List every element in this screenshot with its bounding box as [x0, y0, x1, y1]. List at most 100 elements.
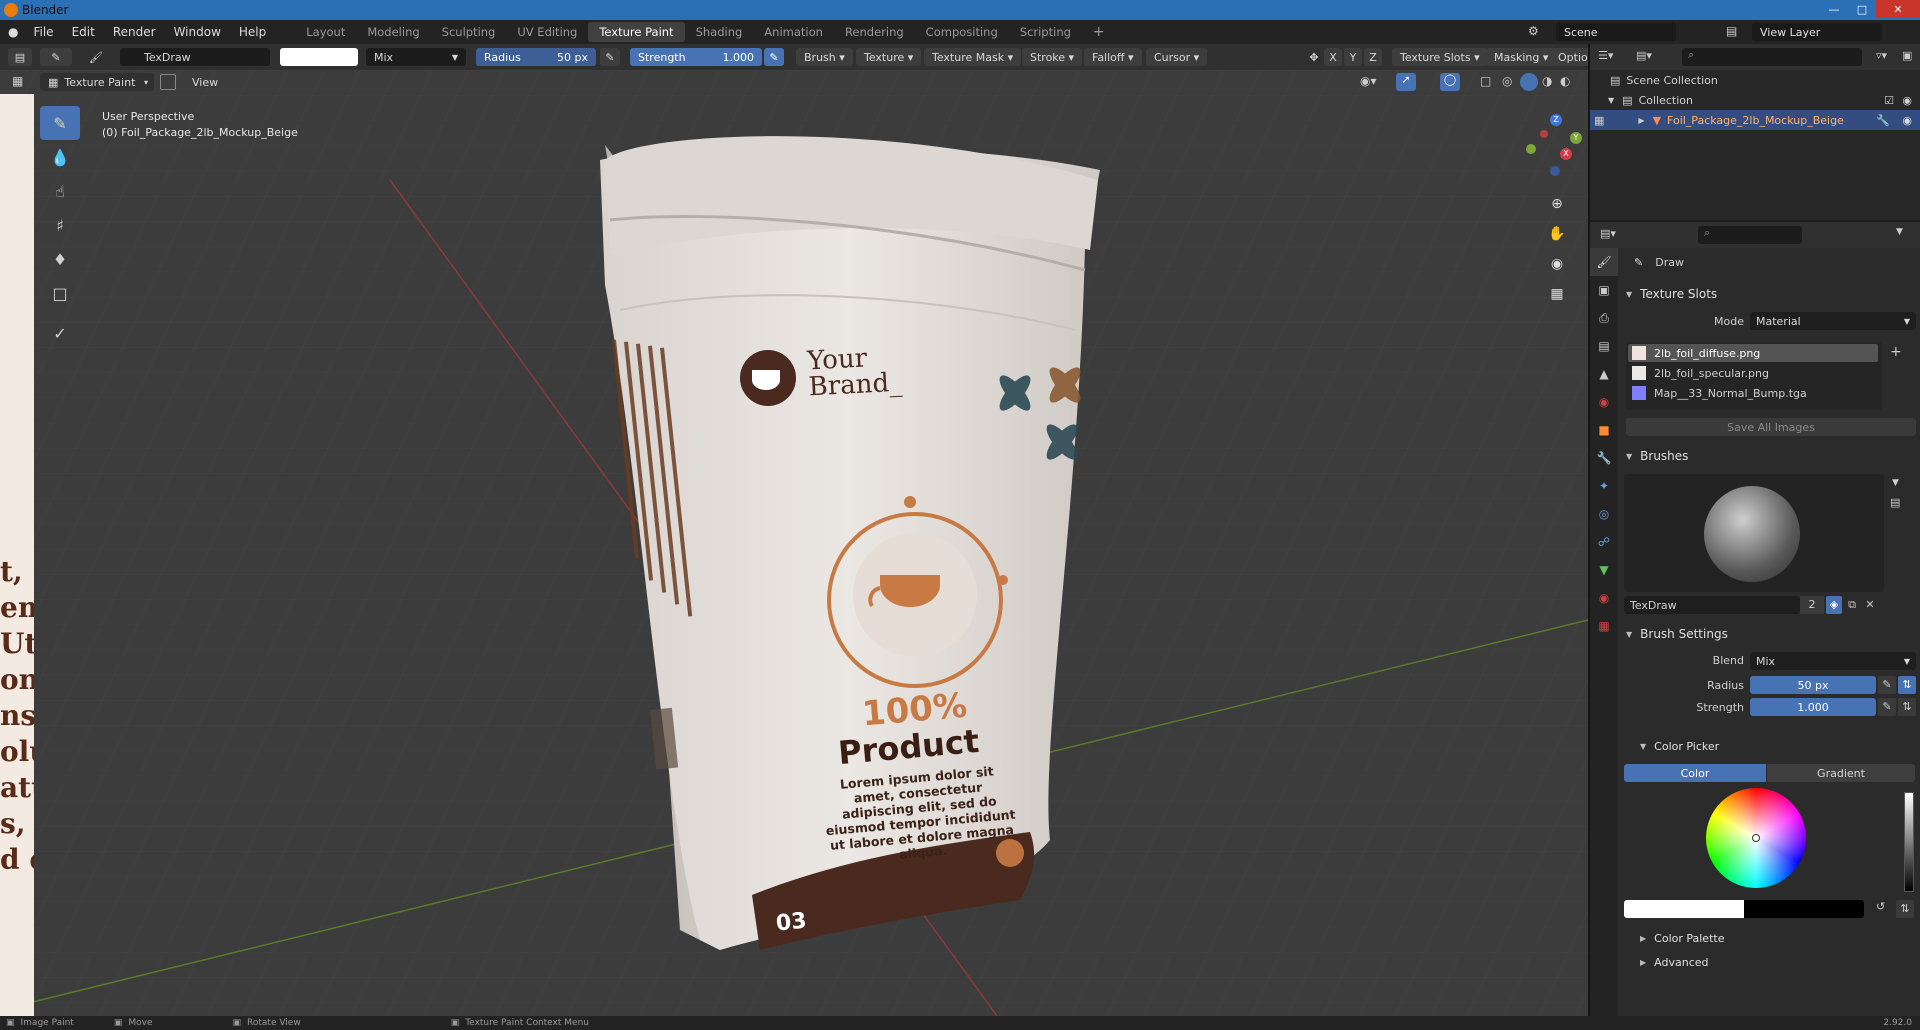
rendered-shading-icon[interactable]: ◐: [1560, 74, 1570, 88]
outliner-display-mode-icon[interactable]: ▤▾: [1636, 49, 1652, 62]
collection-visibility-icon[interactable]: ◉: [1902, 94, 1912, 107]
symmetry-icon[interactable]: ✥: [1304, 48, 1324, 66]
object-tab-icon[interactable]: ■: [1590, 416, 1618, 444]
menu-file[interactable]: File: [24, 25, 62, 39]
mirror-z-toggle[interactable]: Z: [1364, 48, 1382, 66]
color-pressure-icon[interactable]: ⇅: [1896, 900, 1914, 918]
color-wheel[interactable]: [1706, 788, 1806, 888]
view-layer-tab-icon[interactable]: ▤: [1590, 332, 1618, 360]
3d-viewport[interactable]: Your Brand_ 100% Product Lorem ipsum dol…: [0, 70, 1588, 1020]
object-modifier-icon[interactable]: 🔧: [1876, 114, 1890, 127]
duplicate-brush-button[interactable]: ⧉: [1844, 596, 1860, 614]
texture-slots-menu[interactable]: Texture Slots ▾: [1392, 48, 1488, 66]
modifier-tab-icon[interactable]: 🔧: [1590, 444, 1618, 472]
tab-modeling[interactable]: Modeling: [356, 22, 430, 42]
brush-image-icon[interactable]: ▤: [1890, 496, 1900, 509]
tab-rendering[interactable]: Rendering: [834, 22, 915, 42]
scene-tab-icon[interactable]: ▲: [1590, 360, 1618, 388]
color-mode-tab-gradient[interactable]: Gradient: [1767, 764, 1915, 782]
stroke-menu[interactable]: Stroke ▾: [1022, 48, 1083, 66]
smear-tool-icon[interactable]: ☝: [40, 174, 80, 208]
zoom-view-button[interactable]: ⊕: [1546, 196, 1568, 218]
wireframe-shading-icon[interactable]: ◎: [1502, 74, 1512, 88]
xray-toggle-icon[interactable]: □: [1480, 74, 1491, 88]
fill-tool-icon[interactable]: ♦: [40, 242, 80, 276]
brush-name-field[interactable]: TexDraw: [120, 48, 270, 66]
perspective-toggle-button[interactable]: ▦: [1546, 286, 1568, 308]
expand-object-icon[interactable]: ▶: [1638, 116, 1644, 125]
output-tab-icon[interactable]: ⎙: [1590, 304, 1618, 332]
menu-window[interactable]: Window: [165, 25, 230, 39]
brush-strength-slider[interactable]: 1.000: [1750, 698, 1876, 716]
render-tab-icon[interactable]: ▣: [1590, 276, 1618, 304]
brush-color-swatch[interactable]: [280, 48, 358, 66]
mask-tool-icon[interactable]: □: [40, 276, 80, 310]
gizmo-neg-y-icon[interactable]: [1526, 144, 1536, 154]
particles-tab-icon[interactable]: ✦: [1590, 472, 1618, 500]
material-tab-icon[interactable]: ◉: [1590, 584, 1618, 612]
camera-view-button[interactable]: ◉: [1546, 256, 1568, 278]
properties-editor-type-icon[interactable]: ▤▾: [1600, 227, 1616, 240]
radius-slider[interactable]: Radius 50 px: [476, 48, 596, 66]
solid-shading-icon[interactable]: [1520, 73, 1538, 91]
tab-scripting[interactable]: Scripting: [1009, 22, 1082, 42]
soften-tool-icon[interactable]: 💧: [40, 140, 80, 174]
brush-menu[interactable]: Brush ▾: [796, 48, 853, 66]
texture-mode-dropdown[interactable]: Material ▼: [1750, 312, 1916, 330]
add-texture-slot-button[interactable]: +: [1890, 344, 1902, 360]
texture-tab-icon[interactable]: ▦: [1590, 612, 1618, 640]
swap-colors-icon[interactable]: ↺: [1876, 900, 1885, 913]
properties-search-input[interactable]: ⌕: [1698, 226, 1802, 244]
outliner-object-row[interactable]: ▦ ▶ ▼ Foil_Package_2lb_Mockup_Beige 🔧 ◉: [1590, 110, 1920, 130]
minimize-button[interactable]: —: [1820, 0, 1848, 18]
brush-name-field[interactable]: TexDraw: [1624, 596, 1800, 614]
data-tab-icon[interactable]: ▼: [1590, 556, 1618, 584]
gizmo-y-icon[interactable]: Y: [1570, 132, 1582, 144]
close-button[interactable]: ✕: [1876, 0, 1920, 18]
blend-mode-dropdown[interactable]: Mix ▼: [366, 48, 466, 66]
brushes-panel-header[interactable]: ▼ Brushes: [1620, 442, 1920, 470]
menu-help[interactable]: Help: [230, 25, 275, 39]
clone-tool-icon[interactable]: ♯: [40, 208, 80, 242]
gizmo-x-icon[interactable]: X: [1560, 148, 1572, 160]
strength-pressure-icon[interactable]: ✎: [1878, 698, 1896, 716]
tab-sculpting[interactable]: Sculpting: [431, 22, 507, 42]
cursor-menu[interactable]: Cursor ▾: [1146, 48, 1208, 66]
outliner-editor-type-icon[interactable]: ☰▾: [1598, 49, 1613, 62]
editor-type-button[interactable]: ▤: [8, 48, 32, 66]
visibility-icon[interactable]: ◉▾: [1360, 74, 1377, 88]
outliner-search-input[interactable]: ⌕: [1682, 48, 1862, 66]
brush-radius-slider[interactable]: 50 px: [1750, 676, 1876, 694]
material-shading-icon[interactable]: ◑: [1542, 74, 1552, 88]
texture-mask-menu[interactable]: Texture Mask ▾: [924, 48, 1022, 66]
tab-texture-paint[interactable]: Texture Paint: [588, 22, 685, 42]
pan-view-button[interactable]: ✋: [1546, 226, 1568, 248]
navigation-gizmo[interactable]: Z Y X: [1520, 110, 1588, 180]
color-picker-subpanel-header[interactable]: ▼ Color Picker: [1634, 732, 1920, 760]
mirror-y-toggle[interactable]: Y: [1344, 48, 1362, 66]
tab-layout[interactable]: Layout: [295, 22, 356, 42]
brush-preview[interactable]: [1624, 474, 1884, 592]
masking-menu[interactable]: Masking ▾: [1486, 48, 1557, 66]
draw-tool-icon[interactable]: ✎: [40, 106, 80, 140]
view-layer-field[interactable]: View Layer: [1752, 23, 1882, 41]
brush-settings-panel-header[interactable]: ▼ Brush Settings: [1620, 620, 1920, 648]
tab-animation[interactable]: Animation: [753, 22, 834, 42]
advanced-subpanel-header[interactable]: ▶ Advanced: [1634, 948, 1920, 976]
object-visibility-icon[interactable]: ◉: [1902, 114, 1912, 127]
tab-shading[interactable]: Shading: [685, 22, 754, 42]
collection-exclude-checkbox[interactable]: ☑: [1884, 94, 1894, 107]
radius-pressure-icon[interactable]: ✎: [1878, 676, 1896, 694]
mode-selector[interactable]: ▦ Texture Paint ▾: [40, 73, 154, 91]
annotate-tool-icon[interactable]: ✓: [40, 316, 80, 350]
strength-slider[interactable]: Strength 1.000: [630, 48, 762, 66]
gizmo-z-icon[interactable]: Z: [1550, 114, 1562, 126]
texture-slot-item[interactable]: Map__33_Normal_Bump.tga: [1628, 384, 1878, 402]
maximize-button[interactable]: □: [1848, 0, 1876, 18]
color-wheel-cursor[interactable]: [1752, 834, 1760, 842]
tab-compositing[interactable]: Compositing: [915, 22, 1009, 42]
overlay-toggle-icon[interactable]: ◯: [1440, 73, 1460, 91]
properties-options-icon[interactable]: ▼: [1896, 227, 1903, 237]
gizmo-toggle-icon[interactable]: ➚: [1396, 73, 1416, 91]
gizmo-neg-z-icon[interactable]: [1550, 166, 1560, 176]
